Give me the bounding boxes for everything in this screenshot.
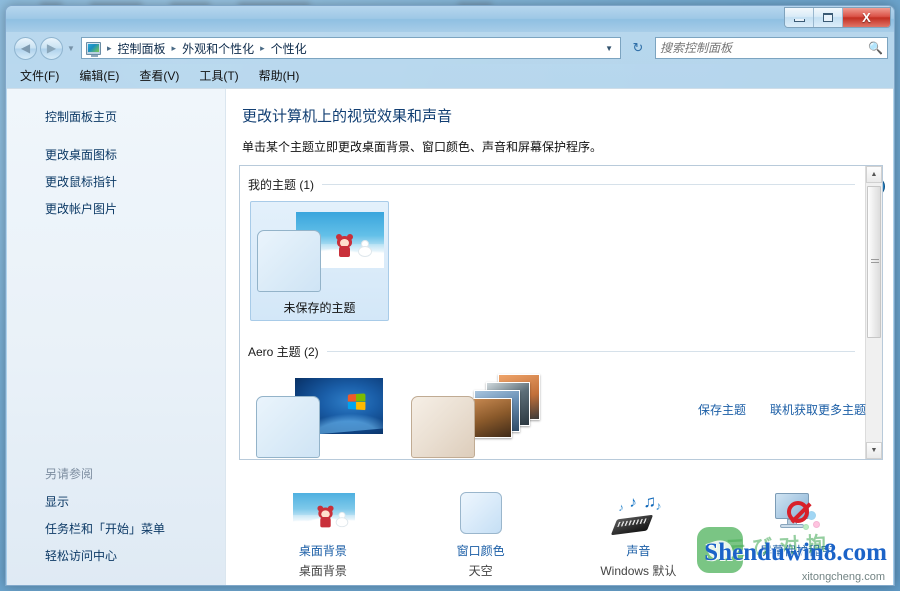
- theme-action-links: 保存主题 联机获取更多主题: [698, 401, 866, 418]
- breadcrumb-separator: ▸: [260, 42, 265, 53]
- snowman-icon: [358, 240, 372, 257]
- scroll-down-arrow-icon[interactable]: ▼: [866, 442, 882, 459]
- scrollbar-grip-icon: [871, 259, 879, 265]
- group-rule: [322, 184, 855, 185]
- search-box[interactable]: 🔍: [655, 37, 888, 59]
- setting-label[interactable]: 窗口颜色: [457, 542, 505, 559]
- group-label: Aero 主题 (2): [248, 345, 319, 359]
- theme-tile-windows7[interactable]: [250, 368, 389, 459]
- see-also-section: 另请参阅 显示 任务栏和「开始」菜单 轻松访问中心: [7, 461, 225, 569]
- minimize-button[interactable]: [785, 8, 814, 27]
- content-area: 控制面板主页 更改桌面图标 更改鼠标指针 更改帐户图片 另请参阅 显示 任务栏和…: [7, 88, 893, 585]
- settings-row: 桌面背景 桌面背景 窗口颜色 天空 ♪ ♪ ♫ ♪ 声音 Windows 默认 …: [226, 491, 893, 579]
- sidebar-item-change-account-picture[interactable]: 更改帐户图片: [7, 195, 225, 222]
- setting-window-color[interactable]: 窗口颜色 天空: [402, 491, 560, 579]
- get-more-themes-online-link[interactable]: 联机获取更多主题: [770, 401, 866, 418]
- theme-thumbnail: [411, 374, 540, 459]
- window-color-preview: [257, 230, 321, 292]
- setting-value: 桌面背景: [298, 564, 347, 578]
- setting-screen-saver[interactable]: 屏幕保护程序: [717, 491, 875, 579]
- theme-tile-photos[interactable]: [405, 368, 544, 459]
- address-dropdown-icon[interactable]: ▼: [600, 44, 618, 53]
- maximize-button[interactable]: [814, 8, 843, 27]
- save-theme-link[interactable]: 保存主题: [698, 401, 746, 418]
- setting-label[interactable]: 桌面背景: [299, 542, 347, 559]
- breadcrumb-separator: ▸: [107, 42, 112, 53]
- setting-sounds[interactable]: ♪ ♪ ♫ ♪ 声音 Windows 默认: [560, 491, 718, 579]
- theme-tile-label: 未保存的主题: [283, 301, 356, 315]
- fox-character-icon: [336, 234, 353, 257]
- page-title: 更改计算机上的视觉效果和声音: [242, 108, 453, 125]
- setting-label[interactable]: 屏幕保护程序: [760, 542, 832, 559]
- group-rule: [326, 351, 855, 352]
- no-entry-icon: [787, 501, 810, 523]
- menu-item-view[interactable]: 查看(V): [139, 67, 179, 84]
- desktop-background-icon: [288, 491, 358, 539]
- close-button[interactable]: X: [843, 8, 890, 27]
- sidebar: 控制面板主页 更改桌面图标 更改鼠标指针 更改帐户图片 另请参阅 显示 任务栏和…: [7, 89, 226, 585]
- sidebar-item-taskbar-start-menu[interactable]: 任务栏和「开始」菜单: [7, 515, 225, 542]
- sound-icon: ♪ ♪ ♫ ♪: [603, 491, 673, 539]
- scroll-up-arrow-icon[interactable]: ▲: [866, 166, 882, 183]
- theme-group-heading-my-themes: 我的主题 (1): [248, 176, 865, 193]
- setting-label[interactable]: 声音: [626, 542, 650, 559]
- window-controls: X: [784, 7, 891, 28]
- sidebar-item-control-panel-home[interactable]: 控制面板主页: [7, 103, 225, 141]
- theme-row-my-themes: 未保存的主题: [248, 193, 865, 321]
- personalization-window: X ◀ ▶ ▼ ▸ 控制面板 ▸ 外观和个性化 ▸ 个性化 ▼ ↻ 🔍 文件(F…: [5, 5, 895, 586]
- scrollbar-thumb[interactable]: [867, 186, 881, 338]
- window-color-preview: [256, 396, 320, 458]
- theme-group-heading-aero: Aero 主题 (2): [248, 343, 865, 360]
- setting-desktop-background[interactable]: 桌面背景 桌面背景: [244, 491, 402, 579]
- menu-item-help[interactable]: 帮助(H): [259, 67, 300, 84]
- screensaver-icon: [761, 491, 831, 539]
- search-icon: 🔍: [868, 41, 883, 55]
- breadcrumb-item-1[interactable]: 外观和个性化: [180, 40, 256, 57]
- control-panel-icon: [86, 41, 101, 57]
- breadcrumb-separator: ▸: [171, 42, 177, 53]
- breadcrumb-item-2[interactable]: 个性化: [269, 40, 309, 57]
- menu-item-tools[interactable]: 工具(T): [199, 67, 238, 84]
- sidebar-item-change-mouse-pointers[interactable]: 更改鼠标指针: [7, 168, 225, 195]
- back-button[interactable]: ◀: [14, 36, 37, 60]
- window-color-preview: [411, 396, 475, 458]
- group-label: 我的主题 (1): [248, 178, 315, 192]
- sidebar-item-display[interactable]: 显示: [7, 488, 225, 515]
- main-pane: ? 更改计算机上的视觉效果和声音 单击某个主题立即更改桌面背景、窗口颜色、声音和…: [226, 89, 893, 585]
- setting-value: 天空: [468, 564, 493, 578]
- window-color-icon: [446, 491, 516, 539]
- sidebar-item-change-desktop-icons[interactable]: 更改桌面图标: [7, 141, 225, 168]
- menu-item-edit[interactable]: 编辑(E): [79, 67, 119, 84]
- navigation-bar: ◀ ▶ ▼ ▸ 控制面板 ▸ 外观和个性化 ▸ 个性化 ▼ ↻ 🔍: [6, 32, 894, 64]
- theme-thumbnail: [256, 374, 383, 459]
- theme-thumbnail: [257, 208, 384, 294]
- window-titlebar[interactable]: X: [6, 6, 894, 32]
- address-bar[interactable]: ▸ 控制面板 ▸ 外观和个性化 ▸ 个性化 ▼: [81, 37, 621, 59]
- setting-value: Windows 默认: [600, 564, 677, 578]
- breadcrumb-item-0[interactable]: 控制面板: [116, 40, 168, 57]
- minimize-icon: [793, 18, 805, 22]
- refresh-button[interactable]: ↻: [627, 37, 649, 59]
- maximize-icon: [823, 13, 833, 22]
- forward-button[interactable]: ▶: [40, 36, 63, 60]
- page-description: 单击某个主题立即更改桌面背景、窗口颜色、声音和屏幕保护程序。: [242, 140, 603, 154]
- see-also-heading: 另请参阅: [45, 467, 94, 481]
- theme-list-scrollbar[interactable]: ▲ ▼: [865, 166, 882, 459]
- theme-tile-unsaved[interactable]: 未保存的主题: [250, 201, 389, 321]
- menu-item-file[interactable]: 文件(F): [20, 67, 59, 84]
- search-input[interactable]: [660, 41, 869, 55]
- menu-bar: 文件(F) 编辑(E) 查看(V) 工具(T) 帮助(H): [6, 64, 894, 86]
- sidebar-item-ease-of-access-center[interactable]: 轻松访问中心: [7, 542, 225, 569]
- history-dropdown-icon[interactable]: ▼: [66, 44, 76, 53]
